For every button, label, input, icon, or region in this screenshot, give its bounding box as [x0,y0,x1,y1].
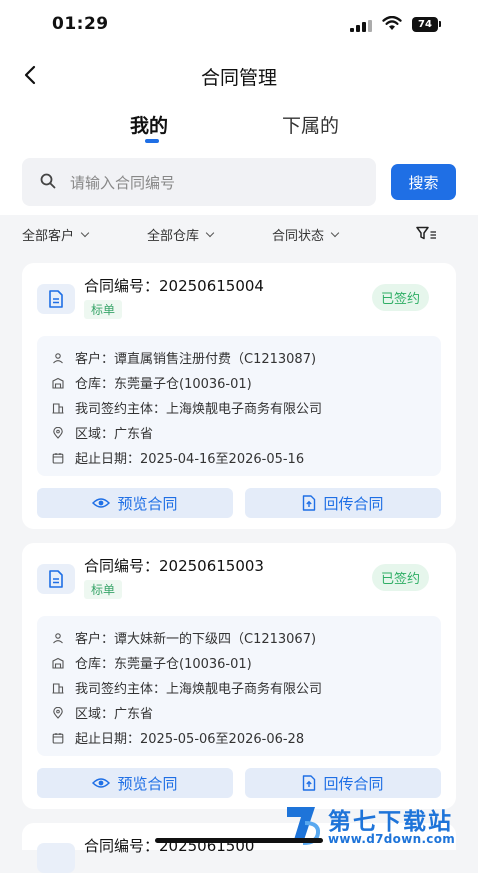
entity-text: 我司签约主体：上海焕靓电子商务有限公司 [75,682,323,697]
chevron-down-icon [80,228,90,237]
search-icon [40,173,56,189]
contract-type-tag: 标单 [84,580,123,599]
tab-subordinates[interactable]: 下属的 [282,111,339,138]
filter-status-label: 合同状态 [272,229,325,244]
contract-type-tag: 标单 [84,300,123,319]
entity-row: 我司签约主体：上海焕靓电子商务有限公司 [52,678,322,697]
battery-icon: 74 [412,17,438,32]
filter-customer[interactable]: 全部客户 [22,225,90,244]
filter-funnel-icon[interactable] [416,226,438,240]
contract-card[interactable]: 合同编号：20250615003 标单 已签约 客户：谭大妹新一的下级四（C12… [22,543,456,809]
search-box[interactable] [22,158,376,206]
warehouse-row: 仓库：东莞量子仓(10036-01) [52,373,252,392]
location-pin-icon [53,706,63,719]
filter-customer-label: 全部客户 [22,229,75,244]
warehouse-icon [52,377,64,389]
battery-tip [439,21,441,27]
date-text: 起止日期：2025-05-06至2026-06-28 [75,732,305,747]
contract-number: 合同编号：20250615004 [84,277,264,295]
entity-text: 我司签约主体：上海焕靓电子商务有限公司 [75,402,323,417]
region-text: 区域：广东省 [75,427,154,442]
status-time: 01:29 [52,14,109,34]
cellular-signal-icon [350,20,374,32]
tab-mine[interactable]: 我的 [130,111,168,138]
date-row: 起止日期：2025-05-06至2026-06-28 [52,728,304,747]
calendar-icon [52,732,64,744]
calendar-icon [52,452,64,464]
location-pin-icon [53,426,63,439]
contract-number: 合同编号：20250615003 [84,557,264,575]
return-contract-button[interactable]: 回传合同 [245,768,441,798]
region-row: 区域：广东省 [52,423,153,442]
filter-status[interactable]: 合同状态 [272,225,340,244]
region-text: 区域：广东省 [75,707,154,722]
document-icon [37,564,75,594]
preview-contract-button[interactable]: 预览合同 [37,488,233,518]
warehouse-text: 仓库：东莞量子仓(10036-01) [75,657,252,672]
customer-text: 客户：谭直属销售注册付费（C1213087) [75,352,317,367]
contract-card[interactable]: 合同编号：20250615004 标单 已签约 客户：谭直属销售注册付费（C12… [22,263,456,529]
return-contract-label: 回传合同 [323,774,384,793]
upload-file-icon [303,775,316,791]
watermark-name: 第七下载站 [328,809,453,835]
page-title: 合同管理 [200,67,277,89]
search-button[interactable]: 搜索 [391,164,456,200]
chevron-down-icon [205,228,215,237]
wifi-icon [382,16,402,30]
building-icon [52,682,64,694]
entity-row: 我司签约主体：上海焕靓电子商务有限公司 [52,398,322,417]
top-bar: 01:29 74 合同管理 我的 下属的 搜索 全部客户 全部仓库 合同状态 [0,0,478,244]
customer-row: 客户：谭直属销售注册付费（C1213087) [52,348,316,367]
tab-active-indicator [145,139,159,143]
return-contract-label: 回传合同 [323,494,384,513]
date-row: 起止日期：2025-04-16至2026-05-16 [52,448,304,467]
filter-warehouse-label: 全部仓库 [147,229,200,244]
preview-contract-label: 预览合同 [117,774,178,793]
preview-contract-button[interactable]: 预览合同 [37,768,233,798]
document-icon [37,843,75,873]
customer-row: 客户：谭大妹新一的下级四（C1213067) [52,628,316,647]
watermark-url: www.d7down.com [328,832,456,846]
region-row: 区域：广东省 [52,703,153,722]
search-input[interactable] [68,166,362,200]
warehouse-text: 仓库：东莞量子仓(10036-01) [75,377,252,392]
building-icon [52,402,64,414]
person-icon [53,352,63,363]
person-icon [53,632,63,643]
status-badge: 已签约 [372,284,430,311]
preview-contract-label: 预览合同 [117,494,178,513]
warehouse-row: 仓库：东莞量子仓(10036-01) [52,653,252,672]
warehouse-icon [52,657,64,669]
eye-icon [92,778,111,788]
return-contract-button[interactable]: 回传合同 [245,488,441,518]
status-badge: 已签约 [372,564,430,591]
home-indicator [155,838,323,843]
filter-warehouse[interactable]: 全部仓库 [147,225,215,244]
contract-info-panel: 客户：谭直属销售注册付费（C1213087) 仓库：东莞量子仓(10036-01… [37,336,441,476]
document-icon [37,284,75,314]
contract-info-panel: 客户：谭大妹新一的下级四（C1213067) 仓库：东莞量子仓(10036-01… [37,616,441,756]
customer-text: 客户：谭大妹新一的下级四（C1213067) [75,632,317,647]
chevron-down-icon [330,228,340,237]
eye-icon [92,498,111,508]
upload-file-icon [303,495,316,511]
date-text: 起止日期：2025-04-16至2026-05-16 [75,452,305,467]
